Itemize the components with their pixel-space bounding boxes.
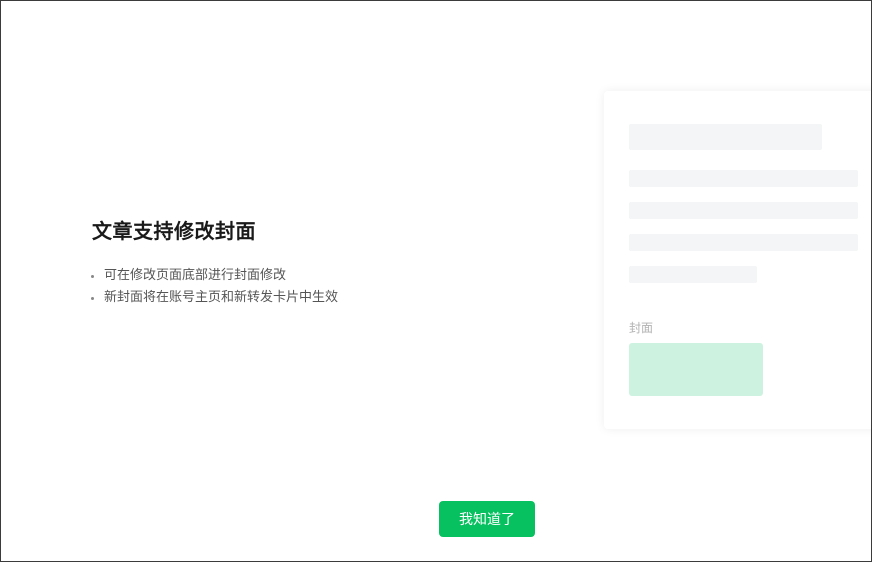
feature-intro-dialog: 文章支持修改封面 可在修改页面底部进行封面修改 新封面将在账号主页和新转发卡片中… xyxy=(0,0,872,562)
cover-label: 封面 xyxy=(629,321,654,335)
article-preview-illustration: 封面 xyxy=(604,91,871,429)
feature-bullet-list: 可在修改页面底部进行封面修改 新封面将在账号主页和新转发卡片中生效 xyxy=(89,265,338,309)
bullet-item: 可在修改页面底部进行封面修改 xyxy=(89,265,338,287)
skeleton-line xyxy=(629,266,757,283)
got-it-button[interactable]: 我知道了 xyxy=(439,501,535,537)
cover-placeholder xyxy=(629,343,763,396)
skeleton-line xyxy=(629,202,858,219)
skeleton-title xyxy=(629,124,822,150)
bullet-text: 可在修改页面底部进行封面修改 xyxy=(104,268,287,283)
dialog-title: 文章支持修改封面 xyxy=(92,219,256,243)
bullet-dot-icon xyxy=(91,296,94,300)
skeleton-line xyxy=(629,170,858,187)
bullet-text: 新封面将在账号主页和新转发卡片中生效 xyxy=(104,290,339,305)
bullet-dot-icon xyxy=(91,274,94,278)
skeleton-line xyxy=(629,234,858,251)
bullet-item: 新封面将在账号主页和新转发卡片中生效 xyxy=(89,287,338,309)
